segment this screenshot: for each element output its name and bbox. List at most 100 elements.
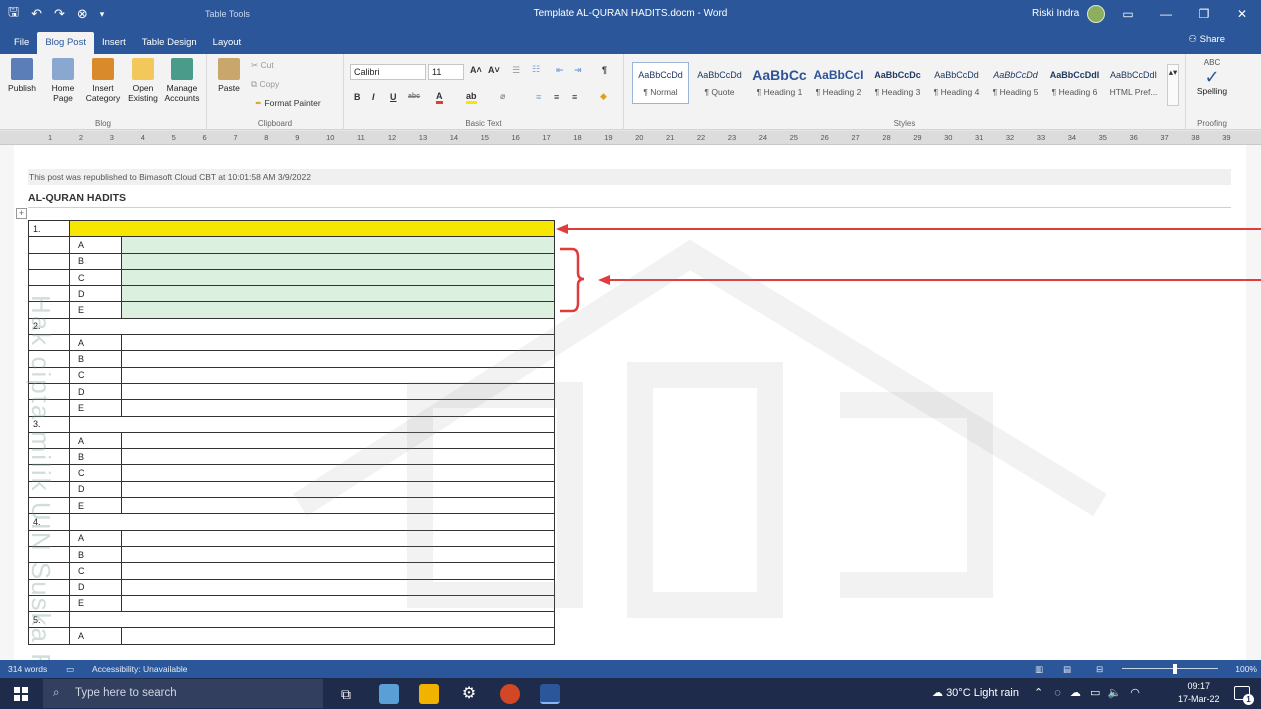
insert-category-button[interactable]: Insert Category — [82, 58, 124, 103]
option-row[interactable]: B — [28, 350, 555, 368]
option-answer-cell[interactable] — [121, 382, 555, 401]
question-text-cell[interactable] — [69, 317, 555, 336]
option-answer-cell[interactable] — [121, 448, 555, 466]
word-count[interactable]: 314 words — [8, 660, 47, 678]
option-letter[interactable]: B — [69, 252, 122, 270]
volume-icon[interactable]: 🔈 — [1107, 687, 1121, 699]
option-answer-cell[interactable] — [121, 268, 555, 287]
option-row[interactable]: D — [28, 285, 555, 303]
style-normal[interactable]: AaBbCcDd ¶ Normal — [632, 62, 689, 104]
task-view-icon[interactable]: ⧉ — [336, 684, 356, 704]
spelling-button[interactable]: ABC ✓ Spelling — [1191, 58, 1233, 96]
file-explorer-icon[interactable] — [379, 684, 399, 704]
save-icon[interactable]: 🖫 — [8, 3, 19, 25]
option-answer-cell[interactable] — [121, 399, 555, 417]
style-heading-1[interactable]: AaBbCc ¶ Heading 1 — [751, 62, 808, 104]
onedrive-icon[interactable]: ☁ — [1070, 687, 1081, 699]
style-quote[interactable]: AaBbCcDd ¶ Quote — [691, 62, 748, 104]
option-row[interactable]: A — [28, 334, 555, 352]
undo-icon[interactable]: ↶ — [31, 6, 42, 22]
option-answer-cell[interactable] — [121, 431, 555, 450]
tab-insert[interactable]: Insert — [94, 32, 134, 54]
bold-icon[interactable]: B — [354, 92, 361, 102]
open-existing-button[interactable]: Open Existing — [122, 58, 164, 103]
eraser-icon[interactable]: ◆ — [600, 91, 607, 102]
bullets-icon[interactable]: ☰ — [512, 65, 520, 76]
zoom-slider[interactable] — [1122, 668, 1218, 669]
style-html-preformatted[interactable]: AaBbCcDdI HTML Pref... — [1105, 62, 1162, 104]
minimize-icon[interactable]: — — [1147, 0, 1185, 28]
accessibility-status[interactable]: Accessibility: Unavailable — [92, 660, 187, 678]
sticky-notes-icon[interactable] — [419, 684, 439, 704]
document-area[interactable]: This post was republished to Bimasoft Cl… — [0, 145, 1261, 660]
tab-table-design[interactable]: Table Design — [134, 32, 205, 54]
align-left-icon[interactable]: ≡ — [536, 92, 541, 102]
tab-layout[interactable]: Layout — [205, 32, 250, 54]
windows-start-icon[interactable] — [14, 687, 28, 701]
home-page-button[interactable]: Home Page — [42, 58, 84, 103]
increase-indent-icon[interactable]: ⇥ — [574, 65, 582, 76]
taskbar-search-input[interactable]: ⌕ Type here to search — [43, 679, 323, 708]
clear-format-icon[interactable]: ⌀ — [500, 91, 505, 102]
cut-button[interactable]: ✂ Cut — [251, 60, 274, 71]
strikethrough-icon[interactable]: abc — [408, 93, 420, 100]
option-row[interactable]: C — [28, 464, 555, 482]
option-letter[interactable]: D — [69, 480, 122, 499]
highlight-icon[interactable]: ab — [466, 91, 477, 104]
option-letter[interactable]: E — [69, 399, 122, 417]
option-row[interactable]: D — [28, 382, 555, 401]
question-row[interactable]: 4. — [28, 513, 555, 531]
option-answer-cell[interactable] — [121, 301, 555, 319]
question-text-cell[interactable] — [69, 611, 555, 629]
question-row[interactable]: 3. — [28, 415, 555, 433]
paste-button[interactable]: Paste — [211, 58, 247, 93]
ribbon-display-options-icon[interactable]: ▭ — [1109, 0, 1147, 28]
option-letter[interactable]: C — [69, 562, 122, 580]
underline-icon[interactable]: U — [390, 92, 397, 102]
option-answer-cell[interactable] — [121, 464, 555, 482]
chevron-up-icon[interactable]: ⌃ — [1034, 687, 1043, 699]
post-title[interactable]: AL-QURAN HADITS — [28, 192, 1231, 208]
option-row[interactable]: E — [28, 594, 555, 613]
publish-icon[interactable]: ⊗ — [77, 6, 88, 22]
numbering-icon[interactable]: ☷ — [532, 64, 540, 75]
option-letter[interactable]: C — [69, 268, 122, 287]
option-letter[interactable]: E — [69, 594, 122, 613]
style-heading-3[interactable]: AaBbCcDc ¶ Heading 3 — [869, 62, 926, 104]
network-icon[interactable]: ◌ — [1054, 687, 1061, 699]
align-center-icon[interactable]: ≡ — [554, 92, 559, 102]
font-name-select[interactable]: Calibri — [350, 64, 426, 80]
option-answer-cell[interactable] — [121, 480, 555, 499]
style-heading-4[interactable]: AaBbCcDd ¶ Heading 4 — [928, 62, 985, 104]
style-heading-6[interactable]: AaBbCcDdI ¶ Heading 6 — [1046, 62, 1103, 104]
avatar[interactable] — [1087, 5, 1105, 23]
option-spacer-cell[interactable] — [28, 236, 70, 254]
questions-table[interactable]: 1. A B C D E 2. A B C D E 3. A B C D E 4. A B C D E 5. A — [28, 219, 555, 645]
option-answer-cell[interactable] — [121, 285, 555, 303]
option-row[interactable]: D — [28, 578, 555, 596]
option-row[interactable]: E — [28, 399, 555, 417]
option-row[interactable]: A — [28, 431, 555, 450]
option-row[interactable]: C — [28, 366, 555, 384]
question-number[interactable]: 1. — [28, 219, 70, 238]
question-row[interactable]: 5. — [28, 611, 555, 629]
tab-blog-post[interactable]: Blog Post — [37, 32, 94, 54]
web-layout-icon[interactable]: ⊟ — [1096, 660, 1103, 678]
share-button[interactable]: ⚇ Share — [1188, 34, 1225, 45]
option-answer-cell[interactable] — [121, 252, 555, 270]
align-right-icon[interactable]: ≡ — [572, 92, 577, 102]
option-letter[interactable]: D — [69, 578, 122, 596]
read-mode-icon[interactable]: ▥ — [1035, 660, 1043, 678]
option-answer-cell[interactable] — [121, 366, 555, 384]
question-row[interactable]: 2. — [28, 317, 555, 336]
option-letter[interactable]: D — [69, 382, 122, 401]
option-answer-cell[interactable] — [121, 334, 555, 352]
style-heading-2[interactable]: AaBbCcI ¶ Heading 2 — [810, 62, 867, 104]
option-letter[interactable]: A — [69, 334, 122, 352]
redo-icon[interactable]: ↷ — [54, 6, 65, 22]
copy-button[interactable]: ⧉ Copy — [251, 79, 279, 90]
manage-accounts-button[interactable]: Manage Accounts — [160, 58, 204, 103]
option-letter[interactable]: A — [69, 627, 122, 645]
option-letter[interactable]: E — [69, 497, 122, 515]
user-name[interactable]: Riski Indra — [1032, 0, 1079, 28]
